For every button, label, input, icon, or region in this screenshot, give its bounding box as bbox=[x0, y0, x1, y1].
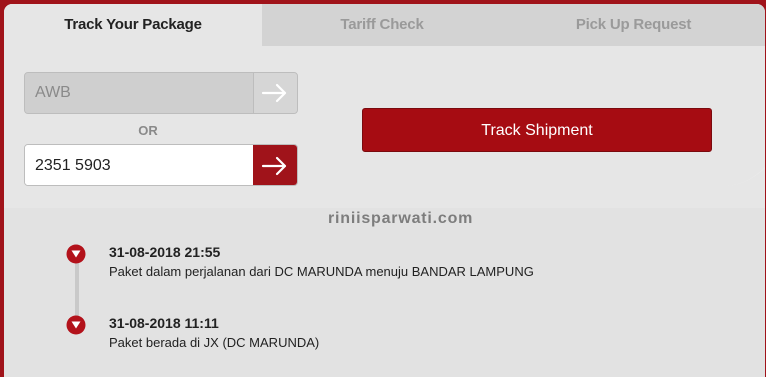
awb-input[interactable] bbox=[25, 73, 253, 113]
tracking-card: Track Your Package Tariff Check Pick Up … bbox=[4, 4, 765, 377]
event-date: 31-08-2018 11:11 bbox=[109, 315, 219, 331]
location-pin-icon bbox=[66, 244, 86, 264]
tracking-number-input[interactable] bbox=[25, 145, 254, 185]
tab-track-your-package[interactable]: Track Your Package bbox=[4, 4, 262, 46]
track-shipment-button[interactable]: Track Shipment bbox=[362, 108, 712, 152]
tab-bar: Track Your Package Tariff Check Pick Up … bbox=[4, 4, 765, 46]
watermark-text: riniisparwati.com bbox=[328, 210, 474, 227]
location-pin-icon bbox=[66, 315, 86, 335]
or-separator: OR bbox=[138, 123, 158, 138]
event-description: Paket dalam perjalanan dari DC MARUNDA m… bbox=[109, 264, 534, 279]
tab-tariff-check[interactable]: Tariff Check bbox=[262, 4, 502, 46]
event-date: 31-08-2018 21:55 bbox=[109, 244, 221, 260]
tracking-number-submit-button[interactable] bbox=[253, 145, 297, 185]
tab-pick-up-request[interactable]: Pick Up Request bbox=[502, 4, 765, 46]
tracking-number-field bbox=[24, 144, 298, 186]
awb-field bbox=[24, 72, 298, 114]
event-description: Paket berada di JX (DC MARUNDA) bbox=[109, 335, 320, 350]
tracking-results: riniisparwati.com 31-08-2018 21:55 Paket… bbox=[4, 208, 765, 377]
arrow-right-icon bbox=[262, 83, 287, 103]
arrow-right-icon bbox=[262, 156, 287, 176]
awb-submit-button[interactable] bbox=[252, 73, 297, 113]
